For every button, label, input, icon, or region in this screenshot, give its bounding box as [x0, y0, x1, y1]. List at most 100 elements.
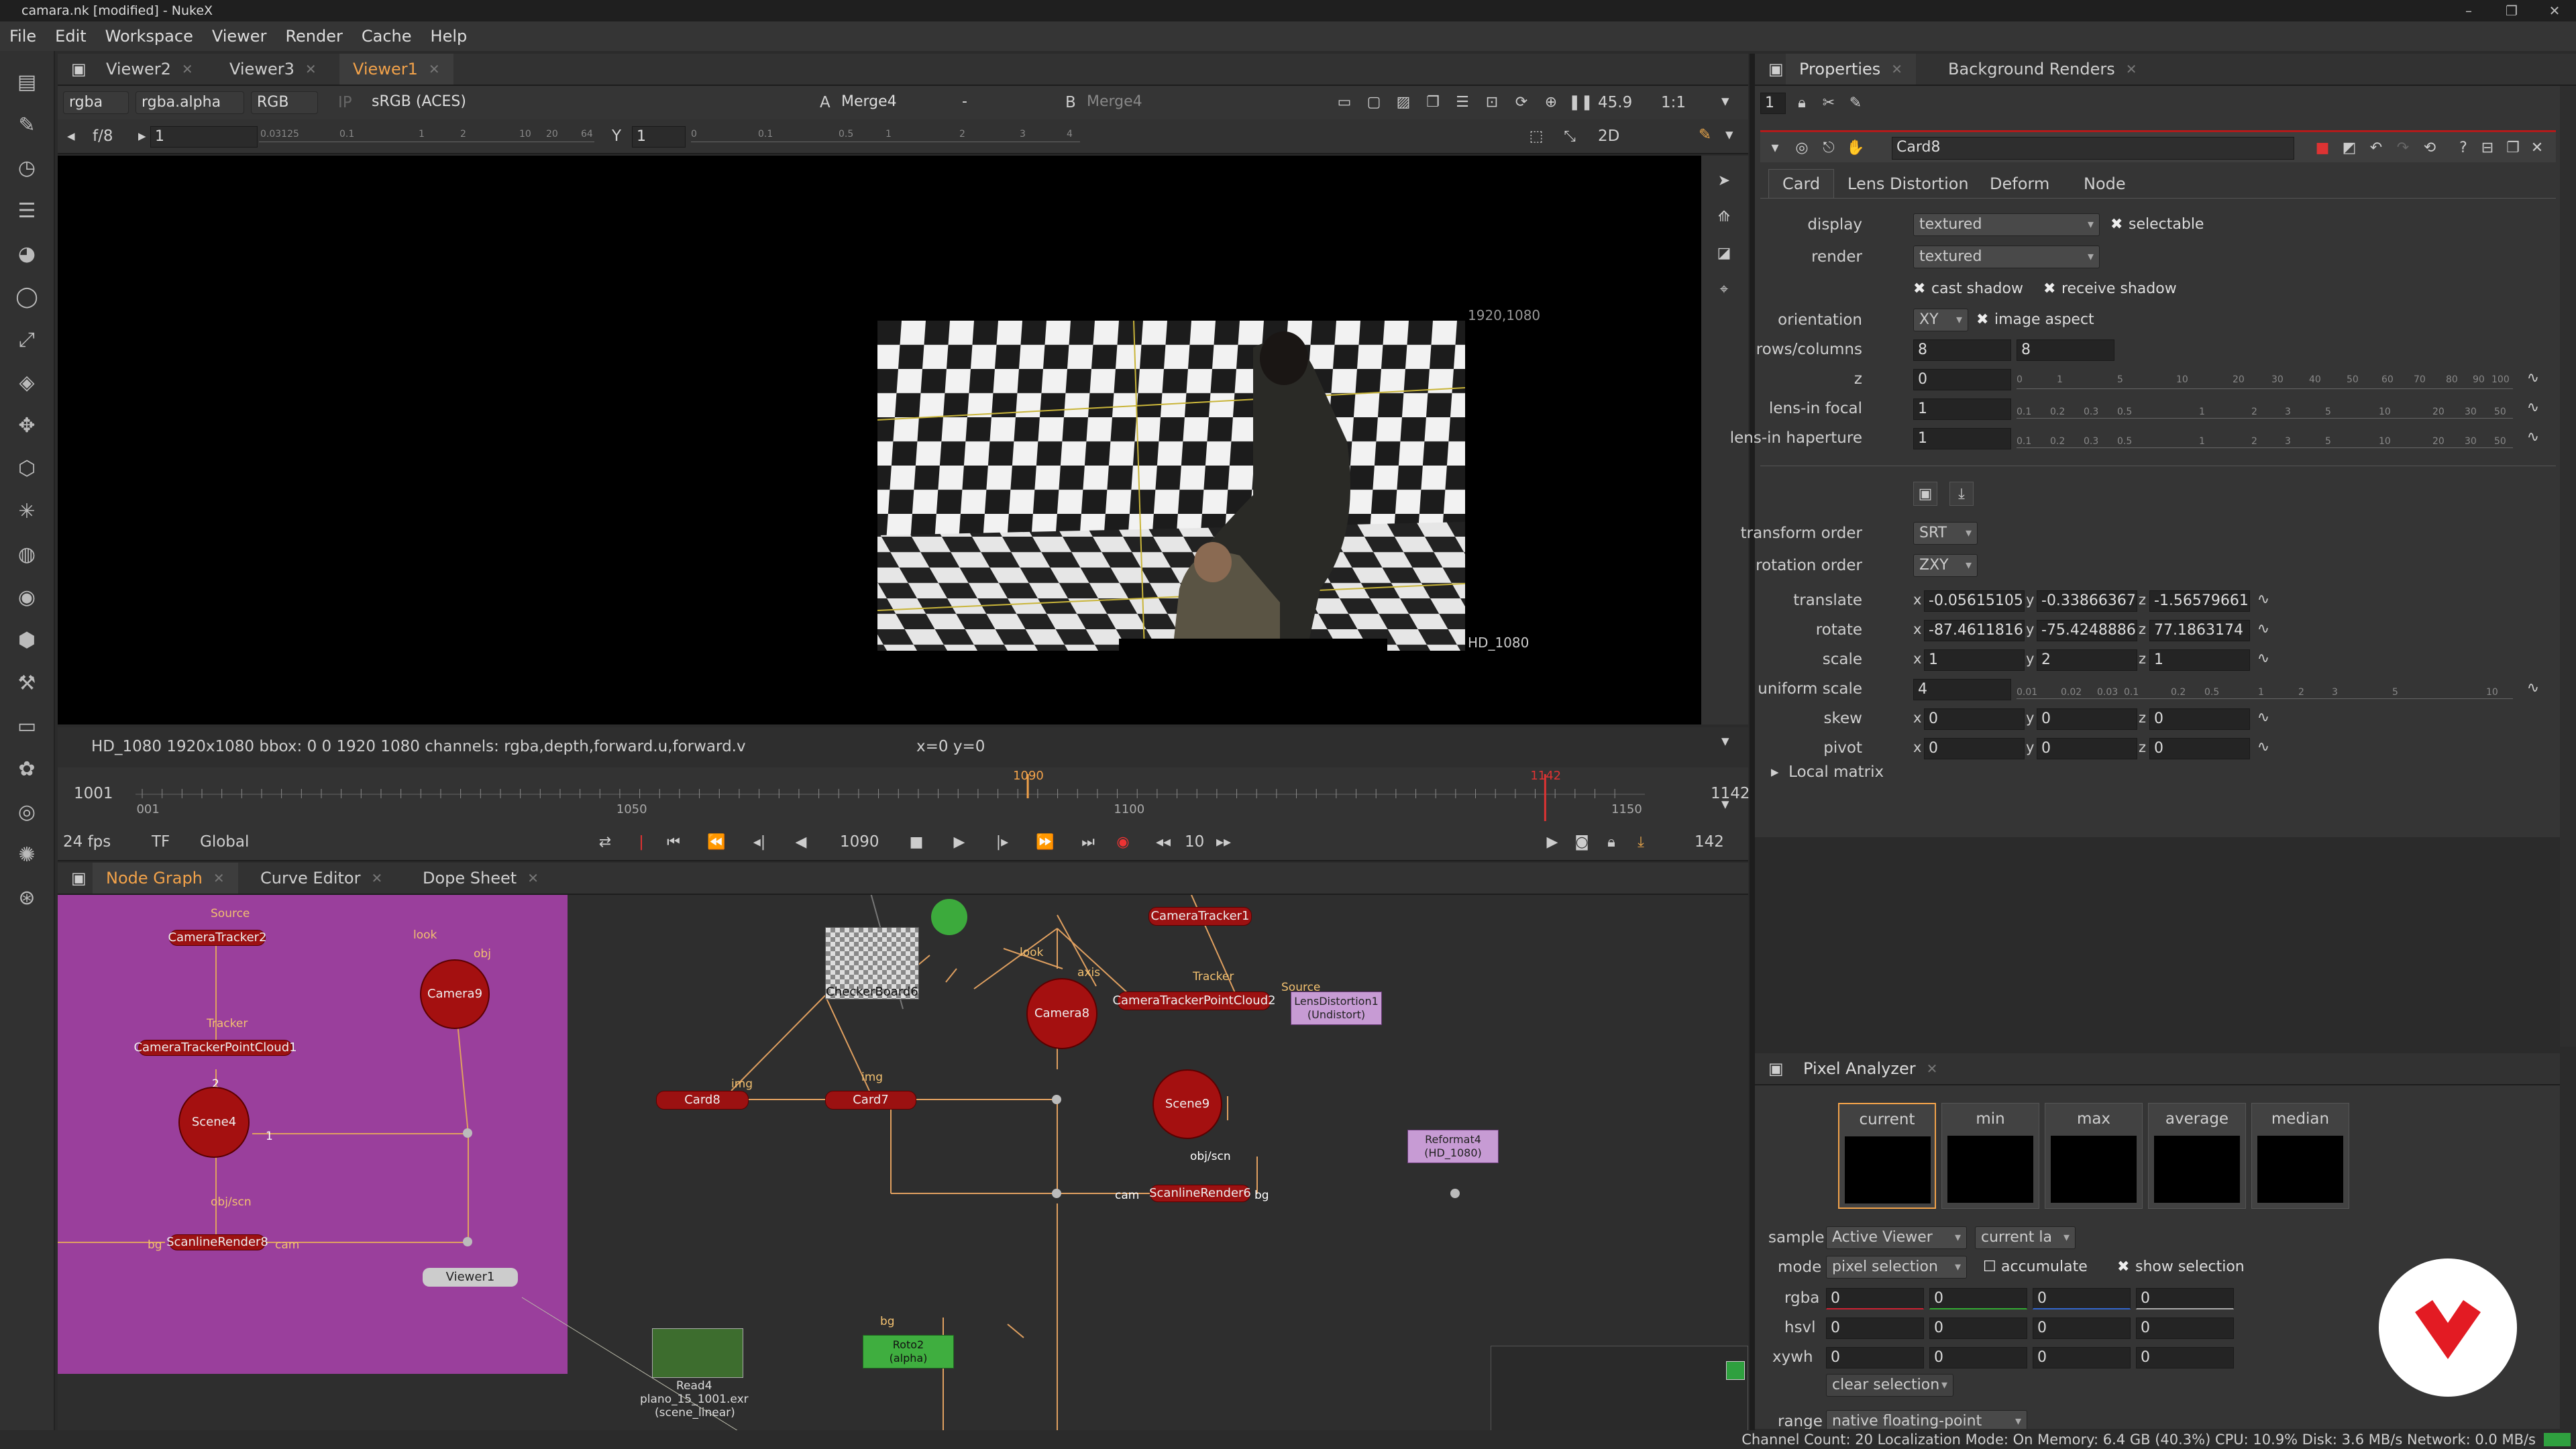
tab-viewer2[interactable]: Viewer2 ✕ — [93, 54, 207, 85]
axis-icon[interactable]: ⤡ — [1558, 125, 1582, 149]
playback-mode-icon[interactable]: ⇄ — [593, 830, 617, 855]
tab-properties[interactable]: Properties ✕ — [1786, 54, 1917, 85]
node-graph-navigator[interactable] — [1491, 1346, 1748, 1436]
node-name-field[interactable]: Card8 — [1892, 137, 2294, 160]
current-frame-field[interactable]: 1090 — [840, 833, 879, 851]
max-panels-field[interactable]: 1 — [1760, 93, 1786, 114]
fps-dropdown[interactable]: 24 fps — [63, 833, 111, 851]
minimize-panel-icon[interactable]: ⊟ — [2475, 136, 2500, 160]
pixel-panel-menu-icon[interactable]: ▣ — [1755, 1053, 1784, 1084]
display-channels-dropdown[interactable]: RGB — [251, 91, 318, 114]
out-point-icon[interactable]: ◉ — [1111, 830, 1135, 855]
tab-viewer3[interactable]: Viewer3 ✕ — [216, 54, 330, 85]
subtab-deform[interactable]: Deform — [1976, 169, 2063, 198]
timeline-ruler[interactable]: 1001 1050 1100 1150 1090 1142 — [136, 767, 1645, 824]
skew-x-field[interactable]: 0 — [1924, 708, 2025, 730]
draw-nodes-icon[interactable]: ✎ — [12, 110, 42, 140]
gain-slider[interactable]: 0.03125 0.1 1 2 10 20 64 — [259, 129, 594, 142]
swatch-median[interactable]: median — [2251, 1103, 2349, 1209]
transform-order-dropdown[interactable]: SRT — [1913, 522, 1978, 545]
frame-increment-field[interactable]: 10 — [1185, 833, 1204, 851]
z-field[interactable]: 0 — [1913, 369, 2011, 390]
snap-icon[interactable]: ⤓ — [1949, 482, 1974, 506]
lens-haperture-animation-icon[interactable]: ∿ — [2521, 425, 2545, 449]
node-read4[interactable]: Read4 — [676, 1379, 712, 1393]
play-backward-icon[interactable]: ◀ — [789, 830, 813, 855]
select-faces-icon[interactable]: ◪ — [1712, 241, 1736, 266]
node-camera9[interactable]: Camera9 — [420, 959, 490, 1029]
z-animation-icon[interactable]: ∿ — [2521, 366, 2545, 390]
swatch-average[interactable]: average — [2148, 1103, 2246, 1209]
skip-forward-icon[interactable]: ▸▸ — [1212, 830, 1236, 855]
timeline-dropdown-icon[interactable]: ▾ — [1721, 796, 1729, 813]
next-frame-icon[interactable]: |▸ — [990, 830, 1014, 855]
subtab-node[interactable]: Node — [2070, 169, 2139, 198]
range-dropdown[interactable]: native floating-point — [1826, 1410, 2027, 1429]
menu-workspace[interactable]: Workspace — [96, 27, 203, 46]
color-nodes-icon[interactable]: ◕ — [12, 239, 42, 268]
translate-z-field[interactable]: -1.56579661 — [2149, 590, 2250, 612]
furnace-nodes-icon[interactable]: ✿ — [12, 754, 42, 784]
lens-haperture-slider[interactable]: 0.1 0.2 0.3 0.5 1 2 3 5 10 20 30 50 — [2017, 428, 2513, 448]
help-icon[interactable]: ? — [2451, 136, 2475, 160]
scale-animation-icon[interactable]: ∿ — [2251, 647, 2275, 671]
menu-cache[interactable]: Cache — [352, 27, 421, 46]
undo-icon[interactable]: ↶ — [2364, 136, 2388, 160]
play-forward-icon[interactable]: ▶ — [947, 830, 971, 855]
node-viewer1[interactable]: Viewer1 — [423, 1268, 518, 1287]
overlay-icon[interactable]: ❐ — [1421, 91, 1445, 115]
gizmos-nodes-icon[interactable]: ⊛ — [12, 883, 42, 912]
time-nodes-icon[interactable]: ◷ — [12, 153, 42, 182]
node-lensdistortion1[interactable]: LensDistortion1 (Undistort) — [1291, 991, 1382, 1025]
input-icon[interactable]: ⎋ — [1817, 136, 1841, 160]
menu-render[interactable]: Render — [276, 27, 352, 46]
viewer-canvas[interactable]: 1920,1080 HD_1080 — [58, 156, 1701, 724]
prev-keyframe-icon[interactable]: ⏪ — [704, 830, 729, 855]
close-panel-icon[interactable]: ✕ — [2525, 136, 2549, 160]
tab-viewer1[interactable]: Viewer1 ✕ — [339, 54, 453, 85]
swatch-max[interactable]: max — [2045, 1103, 2143, 1209]
plugins-nodes-icon[interactable]: ✺ — [12, 840, 42, 869]
merge-nodes-icon[interactable]: ◈ — [12, 368, 42, 397]
views-nodes-icon[interactable]: ◉ — [12, 582, 42, 612]
clipping-warning-icon[interactable]: ▢ — [1362, 91, 1386, 115]
rotation-order-dropdown[interactable]: ZXY — [1913, 554, 1978, 577]
orientation-dropdown[interactable]: XY — [1913, 309, 1968, 331]
lens-haperture-field[interactable]: 1 — [1913, 428, 2011, 449]
in-point-icon[interactable]: | — [629, 830, 653, 855]
minimize-button[interactable]: – — [2447, 0, 2490, 21]
properties-scrollbar[interactable] — [2560, 86, 2576, 1046]
rows-field[interactable]: 8 — [1913, 339, 2011, 361]
uniform-scale-animation-icon[interactable]: ∿ — [2521, 676, 2545, 700]
rotate-y-field[interactable]: -75.4248886 — [2037, 620, 2137, 641]
dropdown-icon[interactable]: ▾ — [1721, 93, 1729, 110]
b-input-dropdown[interactable]: Merge4 — [1081, 91, 1189, 114]
subtab-lens-distortion[interactable]: Lens Distortion — [1834, 169, 1982, 198]
node-scanlinerender6[interactable]: ScanlineRender6 — [1149, 1185, 1251, 1202]
receive-shadow-checkbox[interactable]: ✖ receive shadow — [2043, 280, 2177, 297]
translate-y-field[interactable]: -0.33866367 — [2037, 590, 2137, 612]
accumulate-checkbox[interactable]: ☐ accumulate — [1983, 1258, 2088, 1275]
other-nodes-icon[interactable]: ▭ — [12, 711, 42, 741]
edit-icon[interactable]: ✎ — [1843, 91, 1868, 115]
scale-y-field[interactable]: 2 — [2037, 649, 2137, 671]
cache-icon[interactable]: ◙ — [1570, 830, 1594, 855]
particles-nodes-icon[interactable]: ✳ — [12, 496, 42, 526]
swatch-min[interactable]: min — [1941, 1103, 2039, 1209]
properties-panel-menu-icon[interactable]: ▣ — [1755, 54, 1784, 85]
columns-field[interactable]: 8 — [2017, 339, 2114, 361]
skip-back-icon[interactable]: ◂◂ — [1151, 830, 1175, 855]
node-reformat4[interactable]: Reformat4 (HD_1080) — [1407, 1130, 1499, 1163]
a-input-dropdown[interactable]: Merge4 — [836, 91, 943, 114]
refresh-icon[interactable]: ⟳ — [1509, 91, 1534, 115]
gamma-field[interactable]: 1 — [632, 126, 686, 148]
z-slider[interactable]: 0 1 5 10 20 30 40 50 60 70 80 90 100 — [2017, 369, 2513, 389]
range-dropdown[interactable]: Global — [200, 833, 249, 851]
cast-shadow-checkbox[interactable]: ✖ cast shadow — [1913, 280, 2023, 297]
transform-nodes-icon[interactable]: ✥ — [12, 411, 42, 440]
menu-file[interactable]: File — [0, 27, 46, 46]
center-node-icon[interactable]: ◎ — [1790, 136, 1814, 160]
sample-layer-dropdown[interactable]: current la — [1975, 1226, 2076, 1249]
redo-icon[interactable]: ↷ — [2391, 136, 2415, 160]
node-color-icon[interactable]: ■ — [2310, 136, 2334, 160]
